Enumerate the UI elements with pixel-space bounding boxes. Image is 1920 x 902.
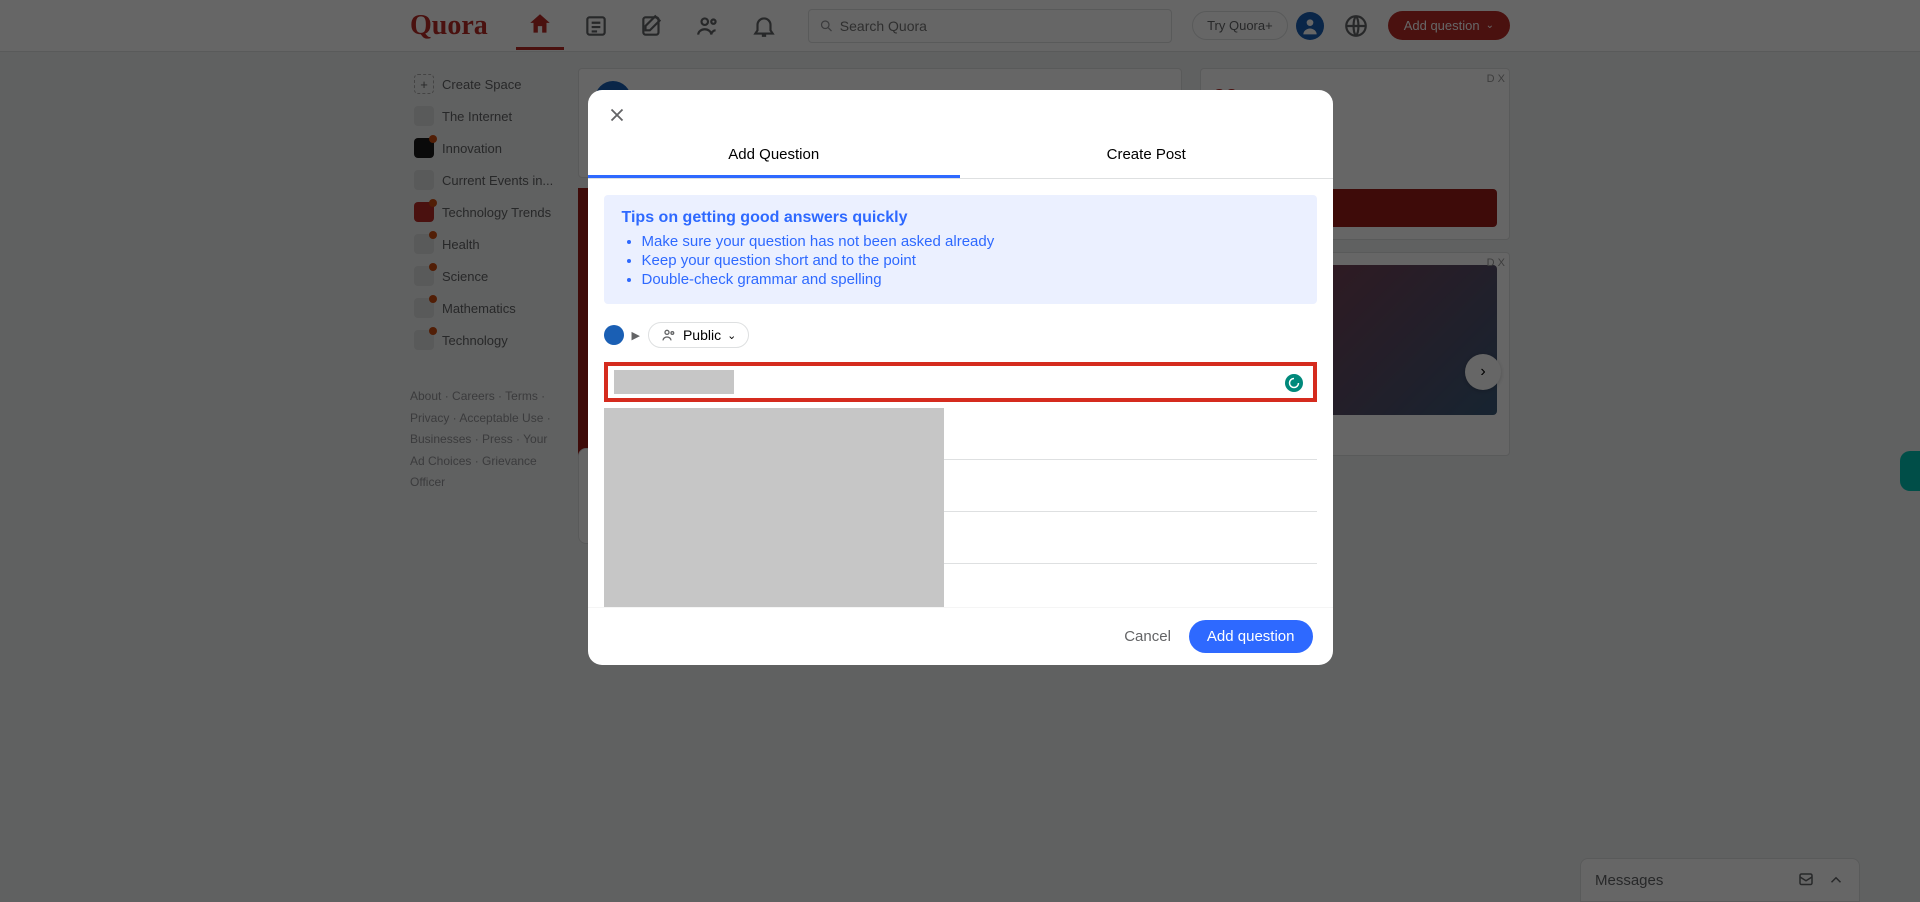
modal-footer: Cancel Add question — [588, 607, 1333, 665]
suggestion-row[interactable] — [944, 564, 1317, 607]
modal-tabs: Add Question Create Post — [588, 136, 1333, 179]
input-placeholder-redacted — [614, 370, 734, 394]
people-icon — [661, 327, 677, 343]
tips-box: Tips on getting good answers quickly Mak… — [604, 195, 1317, 304]
tip-item: Double-check grammar and spelling — [642, 271, 1299, 288]
cancel-button[interactable]: Cancel — [1124, 628, 1171, 645]
suggestion-row[interactable] — [944, 512, 1317, 564]
suggestion-row[interactable] — [944, 460, 1317, 512]
tab-create-post[interactable]: Create Post — [960, 136, 1333, 178]
add-question-modal: Add Question Create Post Tips on getting… — [588, 90, 1333, 665]
tip-item: Keep your question short and to the poin… — [642, 252, 1299, 269]
suggestion-row[interactable] — [944, 408, 1317, 460]
tab-add-question[interactable]: Add Question — [588, 136, 961, 178]
privacy-selector[interactable]: Public ⌄ — [648, 322, 749, 348]
modal-overlay: Add Question Create Post Tips on getting… — [0, 0, 1920, 902]
caret-icon: ▶ — [632, 329, 640, 342]
question-input[interactable] — [604, 362, 1317, 402]
tip-item: Make sure your question has not been ask… — [642, 233, 1299, 250]
privacy-row: ▶ Public ⌄ — [604, 322, 1317, 348]
close-icon[interactable] — [606, 104, 634, 132]
suggestion-placeholder — [604, 408, 944, 607]
add-question-submit[interactable]: Add question — [1189, 620, 1313, 653]
user-avatar-icon — [604, 325, 624, 345]
chevron-down-icon: ⌄ — [727, 329, 736, 342]
tips-title: Tips on getting good answers quickly — [622, 209, 1299, 227]
loading-spinner-icon — [1285, 374, 1303, 392]
